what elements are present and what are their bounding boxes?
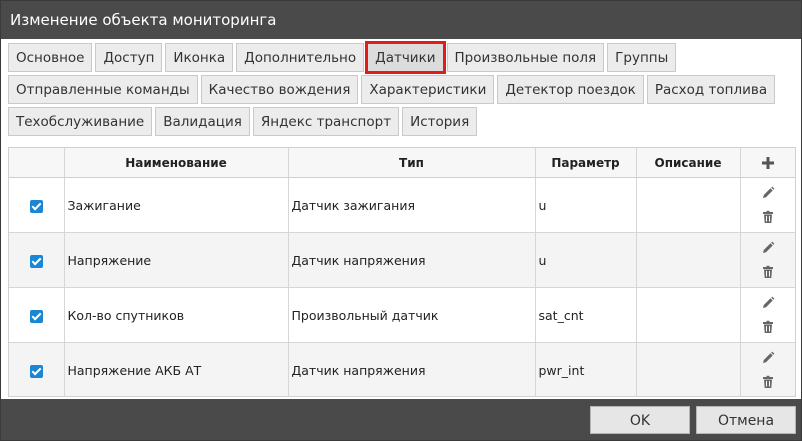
header-param[interactable]: Параметр bbox=[535, 148, 637, 178]
ok-button[interactable]: OK bbox=[590, 406, 690, 434]
cell-desc bbox=[636, 232, 741, 288]
trash-icon[interactable] bbox=[761, 210, 775, 224]
tab-history[interactable]: История bbox=[402, 107, 478, 136]
cell-desc bbox=[636, 342, 741, 396]
table-row: Зажигание Датчик зажигания u bbox=[9, 177, 795, 233]
plus-icon[interactable] bbox=[761, 156, 775, 170]
monitoring-object-dialog: Изменение объекта мониторинга Основное Д… bbox=[0, 0, 802, 441]
tab-sent-commands[interactable]: Отправленные команды bbox=[8, 75, 198, 104]
header-checkbox bbox=[9, 148, 65, 178]
cell-param: u bbox=[535, 232, 637, 288]
tab-trip-detector[interactable]: Детектор поездок bbox=[497, 75, 644, 104]
tab-icon[interactable]: Иконка bbox=[165, 43, 234, 72]
cell-type: Датчик зажигания bbox=[288, 177, 536, 233]
tab-groups[interactable]: Группы bbox=[607, 43, 677, 72]
sensors-table: Наименование Тип Параметр Описание Зажиг… bbox=[8, 147, 796, 397]
tab-driving-quality[interactable]: Качество вождения bbox=[200, 75, 359, 104]
tab-maintenance[interactable]: Техобслуживание bbox=[8, 107, 153, 136]
tab-yandex-transport[interactable]: Яндекс транспорт bbox=[252, 107, 400, 136]
row-checkbox[interactable] bbox=[29, 199, 43, 213]
cell-type: Датчик напряжения bbox=[288, 232, 536, 288]
trash-icon[interactable] bbox=[761, 320, 775, 334]
tab-bar: Основное Доступ Иконка Дополнительно Дат… bbox=[1, 39, 801, 139]
cell-type: Произвольный датчик bbox=[288, 287, 536, 343]
table-row: Напряжение АКБ АТ Датчик напряжения pwr_… bbox=[9, 342, 795, 396]
cell-param: u bbox=[535, 177, 637, 233]
tab-basic[interactable]: Основное bbox=[8, 43, 93, 72]
row-checkbox[interactable] bbox=[29, 254, 43, 268]
header-desc[interactable]: Описание bbox=[636, 148, 741, 178]
tab-fuel-consumption[interactable]: Расход топлива bbox=[646, 75, 776, 104]
pencil-icon[interactable] bbox=[761, 351, 775, 365]
cell-desc bbox=[636, 287, 741, 343]
cell-name: Кол-во спутников bbox=[64, 287, 289, 343]
header-type[interactable]: Тип bbox=[288, 148, 536, 178]
trash-icon[interactable] bbox=[761, 375, 775, 389]
cell-type: Датчик напряжения bbox=[288, 342, 536, 396]
dialog-title: Изменение объекта мониторинга bbox=[1, 1, 801, 39]
cell-desc bbox=[636, 177, 741, 233]
cell-name: Напряжение bbox=[64, 232, 289, 288]
table-header-row: Наименование Тип Параметр Описание bbox=[9, 148, 795, 178]
row-checkbox[interactable] bbox=[29, 364, 43, 378]
cell-name: Зажигание bbox=[64, 177, 289, 233]
pencil-icon[interactable] bbox=[761, 186, 775, 200]
cancel-button[interactable]: Отмена bbox=[696, 406, 796, 434]
tab-characteristics[interactable]: Характеристики bbox=[361, 75, 495, 104]
table-row: Кол-во спутников Произвольный датчик sat… bbox=[9, 287, 795, 343]
tab-access[interactable]: Доступ bbox=[95, 43, 163, 72]
cell-param: sat_cnt bbox=[535, 287, 637, 343]
table-row: Напряжение Датчик напряжения u bbox=[9, 232, 795, 288]
tab-custom-fields[interactable]: Произвольные поля bbox=[446, 43, 605, 72]
cell-name: Напряжение АКБ АТ bbox=[64, 342, 289, 396]
trash-icon[interactable] bbox=[761, 265, 775, 279]
dialog-footer: OK Отмена bbox=[1, 399, 801, 440]
tab-validation[interactable]: Валидация bbox=[155, 107, 250, 136]
pencil-icon[interactable] bbox=[761, 241, 775, 255]
row-checkbox[interactable] bbox=[29, 309, 43, 323]
header-name[interactable]: Наименование bbox=[64, 148, 289, 178]
pencil-icon[interactable] bbox=[761, 296, 775, 310]
cell-param: pwr_int bbox=[535, 342, 637, 396]
tab-sensors[interactable]: Датчики bbox=[365, 41, 446, 74]
tab-additional[interactable]: Дополнительно bbox=[236, 43, 365, 72]
add-sensor-button[interactable] bbox=[740, 148, 795, 178]
